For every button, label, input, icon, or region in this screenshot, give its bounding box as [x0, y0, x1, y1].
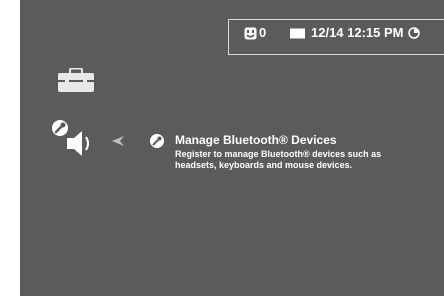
- smiley-face-icon: [244, 27, 257, 40]
- wrench-sound-icon[interactable]: [52, 120, 98, 163]
- wrench-icon: [150, 134, 164, 153]
- toolbox-icon[interactable]: [58, 67, 94, 97]
- status-bar: 0 12/14 12:15 PM: [228, 19, 444, 55]
- datetime-text: 12/14 12:15 PM: [311, 25, 404, 40]
- message-card-icon: [290, 28, 305, 39]
- back-arrow-icon[interactable]: [112, 133, 124, 151]
- datetime-status[interactable]: 12/14 12:15 PM: [290, 26, 420, 40]
- option-description: Register to manage Bluetooth® devices su…: [175, 149, 382, 170]
- friends-count: 0: [259, 25, 267, 40]
- friends-status[interactable]: 0: [244, 26, 266, 40]
- settings-screen: 0 12/14 12:15 PM Manage Bluetooth® Devic…: [20, 0, 444, 296]
- clock-icon: [407, 27, 420, 39]
- option-title: Manage Bluetooth® Devices: [175, 133, 337, 147]
